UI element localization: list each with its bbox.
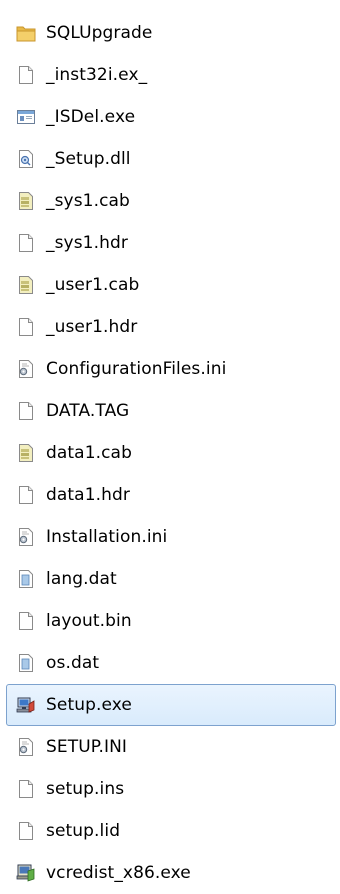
file-name: _inst32i.ex_ [46, 64, 148, 85]
file-name: DATA.TAG [46, 400, 130, 421]
file-name: Setup.exe [46, 694, 132, 715]
file-item[interactable]: setup.lid [6, 810, 336, 852]
file-name: setup.ins [46, 778, 125, 799]
file-name: SQLUpgrade [46, 22, 153, 43]
window-exe-icon [16, 107, 36, 127]
file-item[interactable]: _user1.hdr [6, 306, 336, 348]
file-list: SQLUpgrade _inst32i.ex_ _ISDel.exe _Setup.d… [6, 12, 336, 894]
file-name: _sys1.hdr [46, 232, 128, 253]
file-item[interactable]: data1.hdr [6, 474, 336, 516]
blank-file-icon [16, 401, 36, 421]
file-item[interactable]: _inst32i.ex_ [6, 54, 336, 96]
file-item[interactable]: _sys1.cab [6, 180, 336, 222]
blank-file-icon [16, 611, 36, 631]
file-name: SETUP.INI [46, 736, 128, 757]
blank-file-icon [16, 485, 36, 505]
file-name: _ISDel.exe [46, 106, 136, 127]
blank-file-icon [16, 821, 36, 841]
file-item[interactable]: DATA.TAG [6, 390, 336, 432]
file-name: os.dat [46, 652, 100, 673]
file-name: vcredist_x86.exe [46, 862, 191, 883]
cab-archive-icon [16, 443, 36, 463]
blank-file-icon [16, 317, 36, 337]
file-item[interactable]: _ISDel.exe [6, 96, 336, 138]
file-item[interactable]: vcredist_x86.exe [6, 852, 336, 894]
file-name: _user1.hdr [46, 316, 138, 337]
dll-icon [16, 149, 36, 169]
file-item[interactable]: SETUP.INI [6, 726, 336, 768]
file-item[interactable]: _sys1.hdr [6, 222, 336, 264]
file-item[interactable]: data1.cab [6, 432, 336, 474]
ini-settings-icon [16, 737, 36, 757]
file-name: ConfigurationFiles.ini [46, 358, 227, 379]
file-name: _Setup.dll [46, 148, 131, 169]
file-item-selected[interactable]: Setup.exe [6, 684, 336, 726]
file-item[interactable]: SQLUpgrade [6, 12, 336, 54]
file-name: lang.dat [46, 568, 117, 589]
blank-file-icon [16, 779, 36, 799]
ini-settings-icon [16, 527, 36, 547]
file-item[interactable]: lang.dat [6, 558, 336, 600]
folder-icon [16, 23, 36, 43]
file-name: layout.bin [46, 610, 132, 631]
data-file-icon [16, 569, 36, 589]
file-name: data1.cab [46, 442, 132, 463]
file-item[interactable]: _Setup.dll [6, 138, 336, 180]
file-item[interactable]: os.dat [6, 642, 336, 684]
installer-exe-icon [16, 695, 36, 715]
file-item[interactable]: setup.ins [6, 768, 336, 810]
cab-archive-icon [16, 275, 36, 295]
file-name: _sys1.cab [46, 190, 130, 211]
file-name: setup.lid [46, 820, 121, 841]
file-item[interactable]: _user1.cab [6, 264, 336, 306]
file-item[interactable]: layout.bin [6, 600, 336, 642]
file-name: _user1.cab [46, 274, 140, 295]
ini-settings-icon [16, 359, 36, 379]
data-file-icon [16, 653, 36, 673]
vcredist-installer-icon [16, 863, 36, 883]
file-item[interactable]: ConfigurationFiles.ini [6, 348, 336, 390]
cab-archive-icon [16, 191, 36, 211]
file-item[interactable]: Installation.ini [6, 516, 336, 558]
file-name: data1.hdr [46, 484, 130, 505]
blank-file-icon [16, 233, 36, 253]
file-name: Installation.ini [46, 526, 168, 547]
blank-file-icon [16, 65, 36, 85]
